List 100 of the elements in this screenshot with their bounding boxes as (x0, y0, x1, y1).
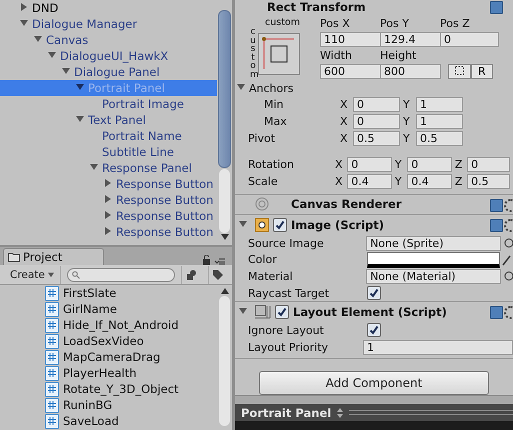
axis-label: Y (403, 114, 411, 128)
field-label: Pos Z (440, 17, 471, 31)
file-item[interactable]: FirstSlate (45, 285, 217, 301)
axis-label: Z (454, 158, 464, 171)
help-book-icon[interactable] (490, 198, 503, 212)
file-item[interactable]: PlayerHealth (45, 365, 217, 381)
hierarchy-item[interactable]: Text Panel (0, 112, 217, 128)
hierarchy-item[interactable]: Response Button (0, 192, 217, 208)
component-title: Layout Element (Script) (293, 305, 447, 320)
number-field[interactable]: 600 (320, 64, 381, 79)
preset-label: custom (265, 17, 300, 28)
add-component-button[interactable]: Add Component (259, 371, 489, 395)
component-header[interactable]: Canvas Renderer (235, 194, 513, 214)
blueprint-mode-button[interactable] (448, 64, 471, 79)
file-item[interactable]: Rotate_Y_3D_Object (45, 381, 217, 397)
hierarchy-item[interactable]: Dialogue Panel (0, 64, 217, 80)
number-field[interactable]: 0.4 (407, 174, 452, 189)
hierarchy-item[interactable]: Portrait Image (0, 96, 217, 112)
hierarchy-item[interactable]: DND (0, 0, 217, 16)
object-field[interactable]: None (Sprite) (366, 236, 502, 251)
number-field[interactable]: 0 (467, 156, 510, 172)
number-field[interactable]: 0 (353, 97, 400, 112)
folder-icon (8, 252, 20, 262)
script-file-icon (45, 286, 59, 300)
file-item[interactable]: RuninBG (45, 397, 217, 413)
component-title: Canvas Renderer (291, 197, 402, 212)
project-tab[interactable]: Project (3, 248, 104, 265)
number-field[interactable]: 129.4 (380, 32, 441, 47)
expanded-arrow-icon[interactable] (90, 162, 98, 170)
number-field[interactable]: 1 (416, 114, 463, 129)
hierarchy-item[interactable]: Subtitle Line (0, 144, 217, 160)
file-item[interactable]: Hide_If_Not_Android (45, 317, 217, 333)
section-label: Anchors (249, 82, 294, 95)
lock-and-menu-icon[interactable] (202, 255, 226, 265)
property-label: Min (264, 98, 285, 112)
object-picker-icon[interactable] (504, 271, 513, 282)
search-field[interactable] (66, 268, 176, 282)
checkbox[interactable] (367, 286, 381, 300)
expanded-arrow-icon[interactable] (239, 220, 247, 228)
hierarchy-item[interactable]: Portrait Name (0, 128, 217, 144)
axis-label: Z (454, 174, 464, 188)
expanded-arrow-icon[interactable] (237, 82, 245, 91)
field-label: Pos Y (380, 17, 410, 31)
gear-icon[interactable] (504, 306, 513, 320)
property-label: Color (248, 253, 278, 266)
tag-icon[interactable] (212, 268, 224, 280)
number-field[interactable]: 800 (380, 64, 441, 79)
number-field[interactable]: 0.5 (353, 130, 400, 146)
number-field[interactable]: 0 (407, 156, 452, 172)
collapsed-arrow-icon[interactable] (20, 2, 28, 10)
scroll-up-arrow-icon[interactable] (220, 287, 228, 295)
property-label: Material (248, 270, 294, 283)
help-book-icon[interactable] (490, 219, 503, 232)
hierarchy-item[interactable]: Response Button (0, 208, 217, 224)
expanded-arrow-icon[interactable] (239, 306, 247, 315)
hierarchy-item[interactable]: DialogueUI_HawkX (0, 48, 217, 64)
axis-label: X (334, 158, 344, 171)
number-field[interactable]: 110 (320, 32, 381, 47)
scroll-down-arrow-icon[interactable] (220, 233, 228, 241)
axis-label: X (340, 98, 349, 112)
number-field[interactable]: 0.4 (347, 174, 392, 189)
expanded-arrow-icon[interactable] (76, 114, 84, 122)
number-field[interactable]: 0 (347, 156, 392, 172)
up-down-arrows-icon[interactable] (337, 408, 344, 418)
hierarchy-item[interactable]: Dialogue Manager (0, 16, 217, 32)
file-item[interactable]: GirlName (45, 301, 217, 317)
number-field[interactable]: 1 (363, 340, 513, 354)
shapes-icon[interactable] (186, 270, 198, 280)
file-item[interactable]: SaveLoad (45, 413, 217, 429)
hierarchy-item[interactable]: Response Button (0, 176, 217, 192)
file-item[interactable]: LoadSexVideo (45, 333, 217, 349)
file-item[interactable]: MapCameraDrag (45, 349, 217, 365)
color-field[interactable] (367, 252, 500, 268)
help-book-icon[interactable] (490, 306, 503, 320)
scrollbar-track[interactable] (219, 296, 230, 426)
number-field[interactable]: 0.5 (416, 130, 463, 146)
object-field[interactable]: None (Material) (366, 268, 502, 284)
property-label: Pivot (248, 132, 276, 145)
axis-label: X (334, 174, 344, 188)
component-header[interactable]: Layout Element (Script) (235, 301, 513, 322)
hierarchy-item[interactable]: Response Button (0, 224, 217, 240)
number-field[interactable]: 0 (440, 32, 499, 47)
gear-icon[interactable] (504, 219, 513, 232)
checkbox[interactable] (367, 323, 381, 338)
enabled-checkbox[interactable] (275, 305, 289, 320)
number-field[interactable]: 0.5 (467, 174, 510, 189)
component-header[interactable]: Image (Script) (235, 214, 513, 235)
hierarchy-item[interactable]: Response Panel (0, 160, 217, 176)
anchor-preset-button[interactable] (258, 32, 300, 75)
eyedropper-icon[interactable] (502, 254, 512, 266)
hierarchy-item[interactable]: Canvas (0, 32, 217, 48)
number-field[interactable]: 0 (353, 114, 400, 129)
gear-icon[interactable] (504, 198, 513, 212)
field-label: Height (380, 48, 418, 63)
number-field[interactable]: 1 (416, 97, 463, 112)
component-header[interactable]: Rect Transform (235, 0, 513, 14)
object-picker-icon[interactable] (504, 238, 513, 248)
scrollbar-thumb[interactable] (218, 10, 231, 168)
enabled-checkbox[interactable] (273, 218, 287, 232)
raw-edit-button[interactable]: R (471, 64, 493, 79)
